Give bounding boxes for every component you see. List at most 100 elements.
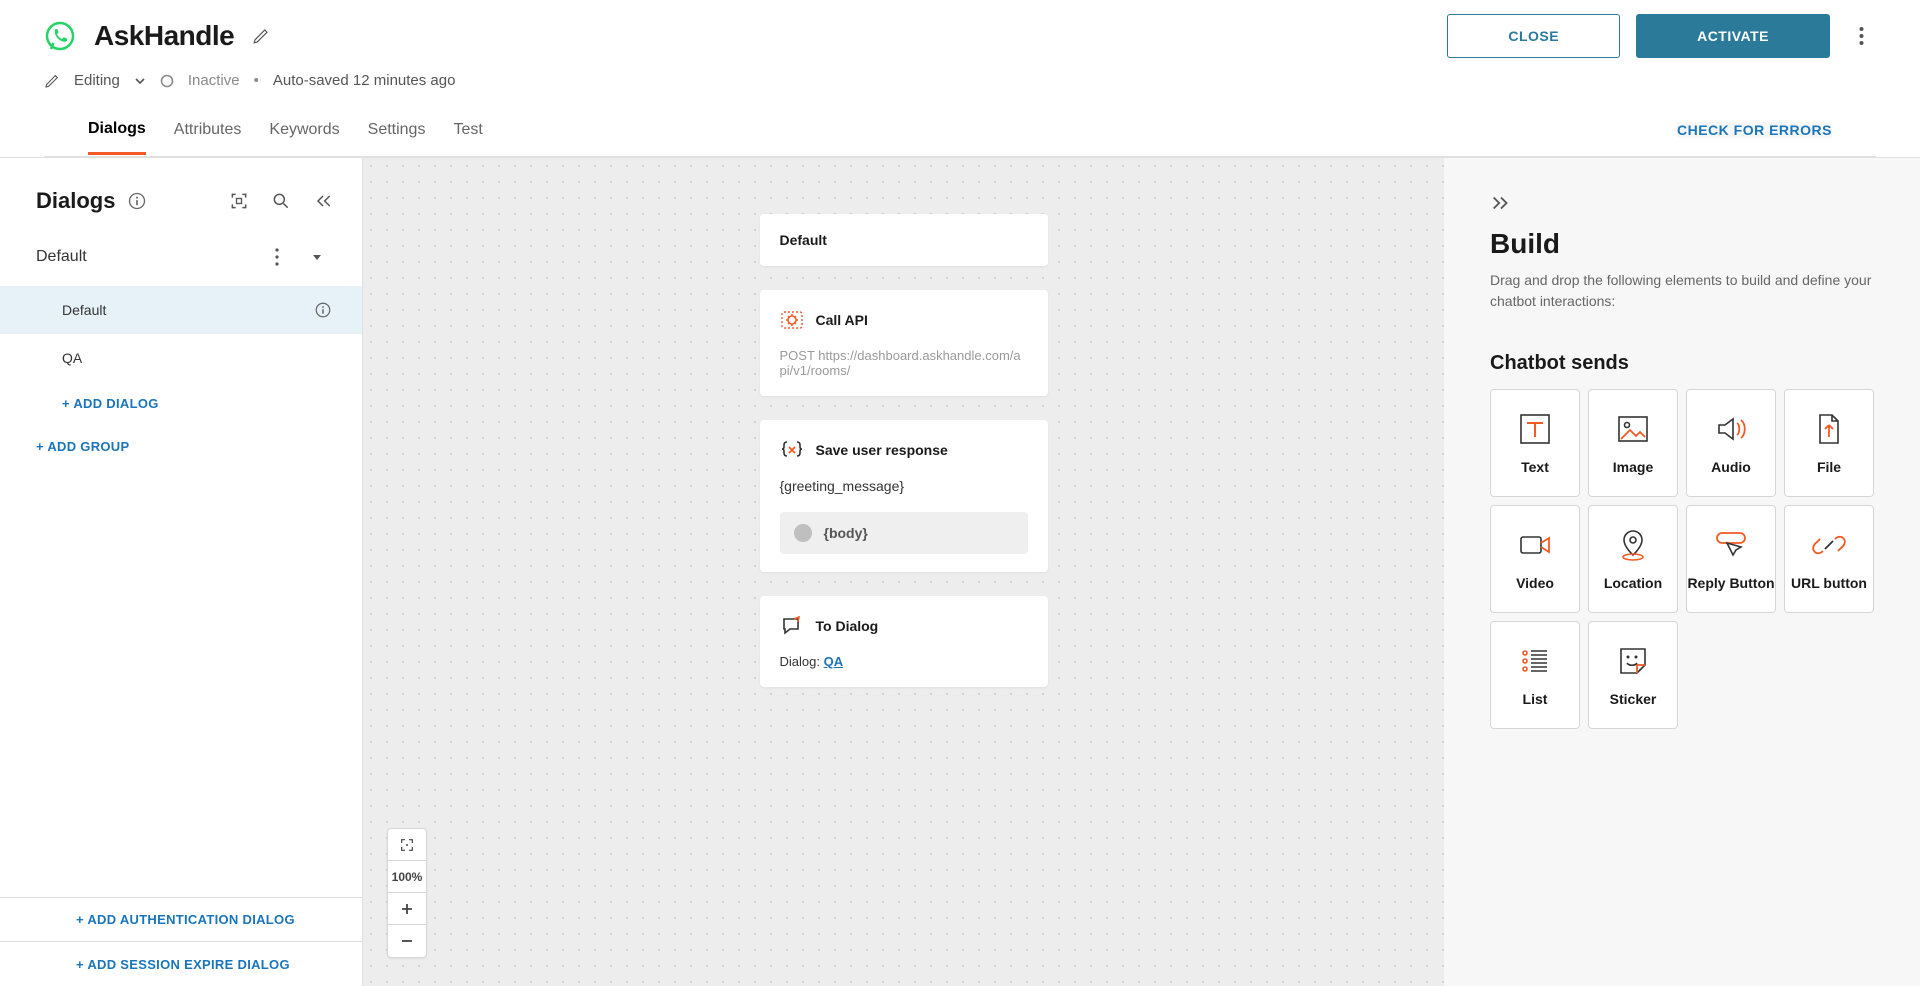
dialog-item-label: Default bbox=[62, 302, 106, 318]
app-title: AskHandle bbox=[94, 20, 234, 52]
build-tiles: Text Image Audio File Video Location bbox=[1490, 389, 1874, 729]
tile-location[interactable]: Location bbox=[1588, 505, 1678, 613]
gray-dot-icon bbox=[794, 524, 812, 542]
dialog-item-qa[interactable]: QA bbox=[0, 334, 362, 382]
sidebar-footer: + ADD AUTHENTICATION DIALOG + ADD SESSIO… bbox=[0, 897, 362, 986]
collapse-build-panel-icon[interactable] bbox=[1490, 192, 1512, 214]
pencil-icon bbox=[44, 73, 60, 89]
to-dialog-icon bbox=[780, 614, 804, 638]
scan-icon[interactable] bbox=[224, 186, 254, 216]
build-section-chatbot-sends: Chatbot sends bbox=[1490, 352, 1874, 375]
edit-title-icon[interactable] bbox=[252, 27, 270, 45]
tab-settings[interactable]: Settings bbox=[368, 107, 426, 153]
reply-button-icon bbox=[1713, 527, 1749, 563]
header-row-title: AskHandle CLOSE ACTIVATE bbox=[44, 14, 1876, 58]
card-call-api-title: Call API bbox=[816, 312, 868, 328]
search-icon[interactable] bbox=[266, 186, 296, 216]
sticker-icon bbox=[1615, 643, 1651, 679]
card-to-dialog[interactable]: To Dialog Dialog: QA bbox=[760, 596, 1048, 687]
tile-label: Audio bbox=[1711, 459, 1751, 476]
card-save-response-title: Save user response bbox=[816, 442, 948, 458]
tile-label: Video bbox=[1516, 575, 1554, 592]
tile-reply-button[interactable]: Reply Button bbox=[1686, 505, 1776, 613]
tab-keywords[interactable]: Keywords bbox=[269, 107, 339, 153]
card-call-api-header: Call API bbox=[780, 308, 1028, 332]
tile-label: List bbox=[1523, 691, 1548, 708]
header-row-status: Editing Inactive • Auto-saved 12 minutes… bbox=[44, 72, 1876, 89]
tab-attributes[interactable]: Attributes bbox=[174, 107, 242, 153]
zoom-out-button[interactable] bbox=[388, 925, 426, 957]
gear-api-icon bbox=[780, 308, 804, 332]
brackets-x-icon bbox=[780, 438, 804, 462]
tab-dialogs[interactable]: Dialogs bbox=[88, 106, 146, 155]
card-start-title: Default bbox=[780, 232, 1028, 248]
add-dialog-link[interactable]: + ADD DIALOG bbox=[0, 382, 362, 425]
sidebar-header: Dialogs bbox=[0, 158, 362, 228]
card-call-api-body: POST https://dashboard.askhandle.com/api… bbox=[780, 348, 1028, 378]
flow: Default Call API POST https://dashboard.… bbox=[760, 214, 1048, 687]
build-description: Drag and drop the following elements to … bbox=[1490, 270, 1874, 312]
whatsapp-icon bbox=[44, 20, 76, 52]
zoom-fit-button[interactable] bbox=[388, 829, 426, 861]
dialog-list: Default QA + ADD DIALOG bbox=[0, 286, 362, 425]
tile-label: Sticker bbox=[1610, 691, 1657, 708]
more-menu-button[interactable] bbox=[1846, 21, 1876, 51]
dialog-item-default[interactable]: Default bbox=[0, 286, 362, 334]
dialog-group-default[interactable]: Default bbox=[0, 228, 362, 286]
tile-video[interactable]: Video bbox=[1490, 505, 1580, 613]
file-icon bbox=[1811, 411, 1847, 447]
tile-list[interactable]: List bbox=[1490, 621, 1580, 729]
tab-bar: Dialogs Attributes Keywords Settings Tes… bbox=[44, 103, 1876, 157]
tile-image[interactable]: Image bbox=[1588, 389, 1678, 497]
separator-dot: • bbox=[254, 72, 259, 89]
info-icon[interactable] bbox=[127, 191, 147, 211]
card-save-response-var: {greeting_message} bbox=[780, 478, 905, 494]
card-to-dialog-body: Dialog: QA bbox=[780, 654, 1028, 669]
card-save-response-body-chip: {body} bbox=[780, 512, 1028, 554]
activate-button[interactable]: ACTIVATE bbox=[1636, 14, 1830, 58]
tile-text[interactable]: Text bbox=[1490, 389, 1580, 497]
sidebar-title: Dialogs bbox=[36, 188, 115, 214]
tile-label: Reply Button bbox=[1687, 575, 1774, 592]
tile-label: Image bbox=[1613, 459, 1653, 476]
dialog-item-label: QA bbox=[62, 350, 82, 366]
tile-label: URL button bbox=[1791, 575, 1867, 592]
card-call-api[interactable]: Call API POST https://dashboard.askhandl… bbox=[760, 290, 1048, 396]
group-collapse-icon[interactable] bbox=[302, 242, 332, 272]
status-inactive-icon bbox=[160, 74, 174, 88]
location-icon bbox=[1615, 527, 1651, 563]
build-title: Build bbox=[1490, 228, 1874, 260]
zoom-in-button[interactable] bbox=[388, 893, 426, 925]
add-session-expire-dialog-link[interactable]: + ADD SESSION EXPIRE DIALOG bbox=[0, 942, 362, 986]
build-panel: Build Drag and drop the following elemen… bbox=[1444, 158, 1920, 986]
tile-label: Location bbox=[1604, 575, 1662, 592]
canvas[interactable]: Default Call API POST https://dashboard.… bbox=[363, 158, 1444, 986]
chevron-down-icon[interactable] bbox=[134, 75, 146, 87]
zoom-controls: 100% bbox=[387, 828, 427, 958]
link-icon bbox=[1811, 527, 1847, 563]
tile-label: File bbox=[1817, 459, 1841, 476]
check-errors-link[interactable]: CHECK FOR ERRORS bbox=[1677, 122, 1832, 138]
tile-file[interactable]: File bbox=[1784, 389, 1874, 497]
to-dialog-target-link[interactable]: QA bbox=[824, 654, 844, 669]
text-icon bbox=[1517, 411, 1553, 447]
header: AskHandle CLOSE ACTIVATE Editing Inactiv… bbox=[0, 0, 1920, 158]
card-save-response[interactable]: Save user response {greeting_message} {b… bbox=[760, 420, 1048, 572]
tile-audio[interactable]: Audio bbox=[1686, 389, 1776, 497]
group-more-icon[interactable] bbox=[262, 242, 292, 272]
list-icon bbox=[1517, 643, 1553, 679]
tab-test[interactable]: Test bbox=[453, 107, 482, 153]
editing-label[interactable]: Editing bbox=[74, 72, 120, 89]
card-start[interactable]: Default bbox=[760, 214, 1048, 266]
collapse-sidebar-icon[interactable] bbox=[308, 186, 338, 216]
video-icon bbox=[1517, 527, 1553, 563]
add-auth-dialog-link[interactable]: + ADD AUTHENTICATION DIALOG bbox=[0, 898, 362, 942]
dialog-item-info-icon[interactable] bbox=[314, 301, 332, 319]
close-button[interactable]: CLOSE bbox=[1447, 14, 1620, 58]
image-icon bbox=[1615, 411, 1651, 447]
app-root: { "header": { "title": "AskHandle", "edi… bbox=[0, 0, 1920, 986]
add-group-link[interactable]: + ADD GROUP bbox=[0, 425, 362, 468]
tile-url-button[interactable]: URL button bbox=[1784, 505, 1874, 613]
tile-sticker[interactable]: Sticker bbox=[1588, 621, 1678, 729]
card-to-dialog-header: To Dialog bbox=[780, 614, 1028, 638]
